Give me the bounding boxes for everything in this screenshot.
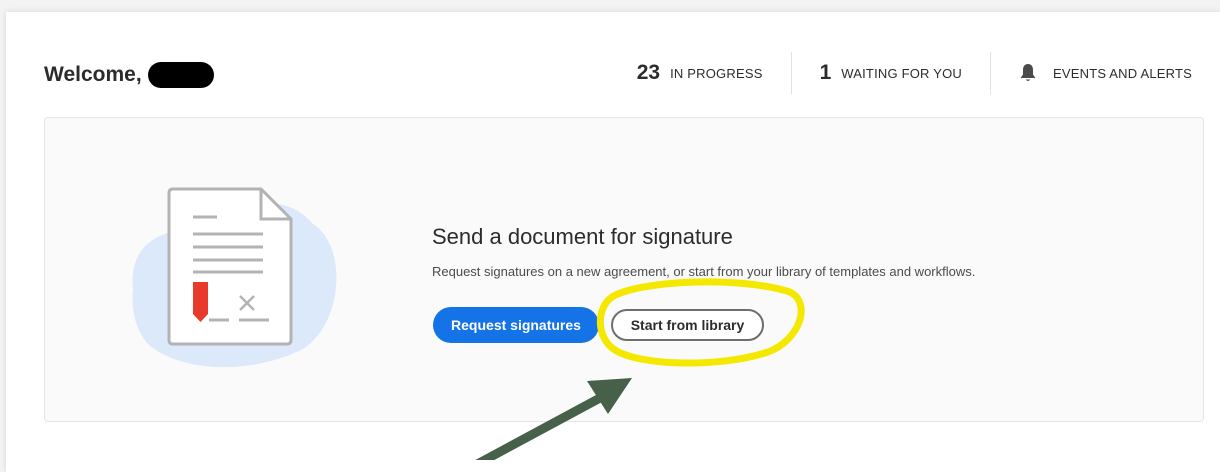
status-bar: 23 IN PROGRESS 1 WAITING FOR YOU EVENTS … xyxy=(609,52,1192,94)
send-document-title: Send a document for signature xyxy=(432,224,733,249)
in-progress-count: 23 xyxy=(636,61,661,84)
welcome-heading: Welcome, xyxy=(44,62,214,88)
events-alerts-label: EVENTS AND ALERTS xyxy=(1053,65,1192,81)
events-and-alerts[interactable]: EVENTS AND ALERTS xyxy=(991,52,1192,94)
redacted-name xyxy=(147,62,214,88)
welcome-text: Welcome, xyxy=(44,63,142,86)
stat-in-progress[interactable]: 23 IN PROGRESS xyxy=(609,52,791,94)
bell-icon xyxy=(1019,63,1037,83)
send-document-description: Request signatures on a new agreement, o… xyxy=(432,264,976,279)
start-from-library-button[interactable]: Start from library xyxy=(611,309,764,341)
in-progress-label: IN PROGRESS xyxy=(670,65,763,81)
send-document-panel: Send a document for signature Request si… xyxy=(44,117,1204,422)
waiting-label: WAITING FOR YOU xyxy=(841,65,962,81)
document-signature-illustration xyxy=(123,184,363,379)
stat-waiting[interactable]: 1 WAITING FOR YOU xyxy=(792,52,990,94)
request-signatures-button[interactable]: Request signatures xyxy=(433,307,599,343)
waiting-count: 1 xyxy=(819,61,832,84)
